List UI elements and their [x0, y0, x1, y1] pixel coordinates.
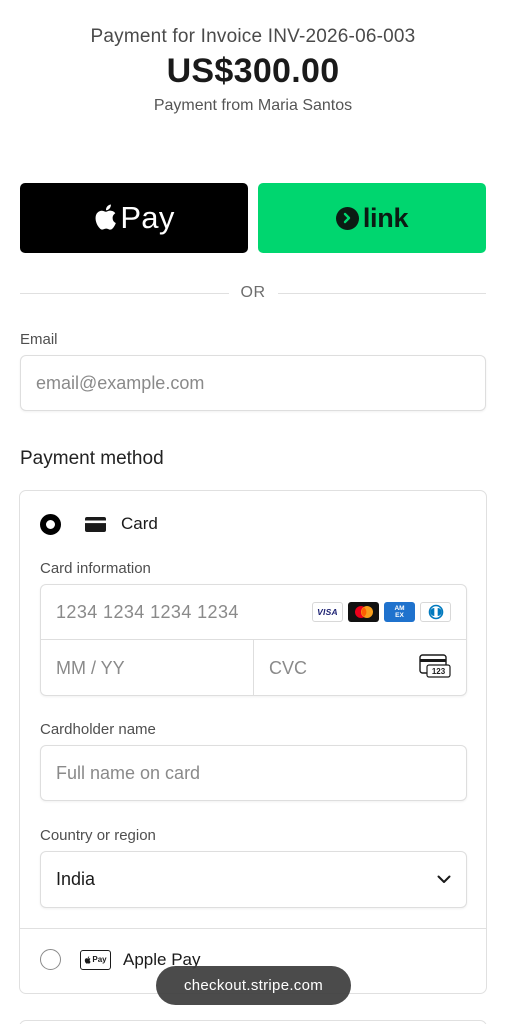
- card-option[interactable]: Card: [40, 509, 158, 539]
- card-cvc-input[interactable]: CVC 123: [254, 640, 466, 696]
- card-expiry-input[interactable]: MM / YY: [41, 640, 254, 696]
- link-pay-button[interactable]: link: [258, 183, 486, 253]
- credit-card-icon: [85, 516, 106, 532]
- divider-line: [20, 292, 229, 294]
- apple-pay-badge-text: Pay: [92, 955, 107, 964]
- card-cvc-placeholder: CVC: [269, 657, 308, 678]
- link-label: link: [362, 202, 409, 233]
- panel-divider: [20, 928, 486, 929]
- apple-pay-label: Pay: [120, 200, 175, 235]
- apple-pay-badge-icon: Pay: [80, 949, 111, 970]
- card-expiry-placeholder: MM / YY: [56, 657, 125, 678]
- payment-method-panel: Card Card information 1234 1234 1234 123…: [19, 490, 487, 994]
- mastercard-icon: [348, 602, 379, 622]
- apple-logo-icon: [93, 203, 117, 234]
- email-field-wrapper: [20, 355, 486, 411]
- payment-amount: US$300.00: [166, 52, 340, 90]
- amex-icon: AM EX: [384, 602, 415, 622]
- card-number-input[interactable]: 1234 1234 1234 1234: [56, 602, 312, 623]
- visa-icon: VISA: [312, 602, 343, 622]
- divider-line: [277, 292, 486, 294]
- next-section-edge: [19, 1020, 487, 1024]
- card-number-row: 1234 1234 1234 1234 VISA AM EX: [41, 585, 466, 640]
- apple-pay-button[interactable]: Pay: [20, 183, 248, 253]
- cardholder-name-wrapper: [40, 745, 467, 801]
- browser-url-pill[interactable]: checkout.stripe.com: [156, 966, 351, 1005]
- country-select[interactable]: India: [40, 851, 467, 908]
- diners-club-icon: [420, 602, 451, 622]
- wallet-buttons: Pay link: [20, 183, 486, 253]
- amex-text-top: AM: [394, 605, 405, 612]
- chevron-down-icon: [437, 871, 451, 889]
- email-input[interactable]: [36, 372, 470, 394]
- cvc-card-icon: 123: [419, 653, 451, 683]
- email-label: Email: [20, 331, 58, 348]
- payment-method-heading: Payment method: [20, 448, 164, 469]
- country-region-label: Country or region: [40, 827, 156, 844]
- cardholder-name-label: Cardholder name: [40, 721, 156, 738]
- invoice-title: Payment for Invoice INV-2026-06-003: [90, 26, 416, 47]
- card-brands: VISA AM EX: [312, 602, 451, 622]
- amex-text-bottom: EX: [395, 612, 404, 619]
- or-label: OR: [240, 284, 266, 301]
- card-expiry-cvc-row: MM / YY CVC 123: [41, 640, 466, 696]
- link-chevron-icon: [335, 206, 359, 230]
- cvc-icon-text: 123: [432, 667, 446, 676]
- payment-from: Payment from Maria Santos: [153, 97, 353, 114]
- or-divider: OR: [20, 284, 486, 302]
- card-option-label: Card: [121, 514, 158, 533]
- cardholder-name-input[interactable]: [56, 762, 451, 784]
- payment-header: Payment for Invoice INV-2026-06-003 US$3…: [0, 0, 506, 115]
- card-information-group: 1234 1234 1234 1234 VISA AM EX MM / YY C…: [40, 584, 467, 696]
- card-radio[interactable]: [40, 513, 61, 535]
- card-information-label: Card information: [40, 560, 151, 577]
- visa-text: VISA: [317, 607, 338, 617]
- apple-pay-radio[interactable]: [40, 949, 61, 970]
- browser-url: checkout.stripe.com: [183, 977, 324, 994]
- country-value: India: [56, 869, 96, 889]
